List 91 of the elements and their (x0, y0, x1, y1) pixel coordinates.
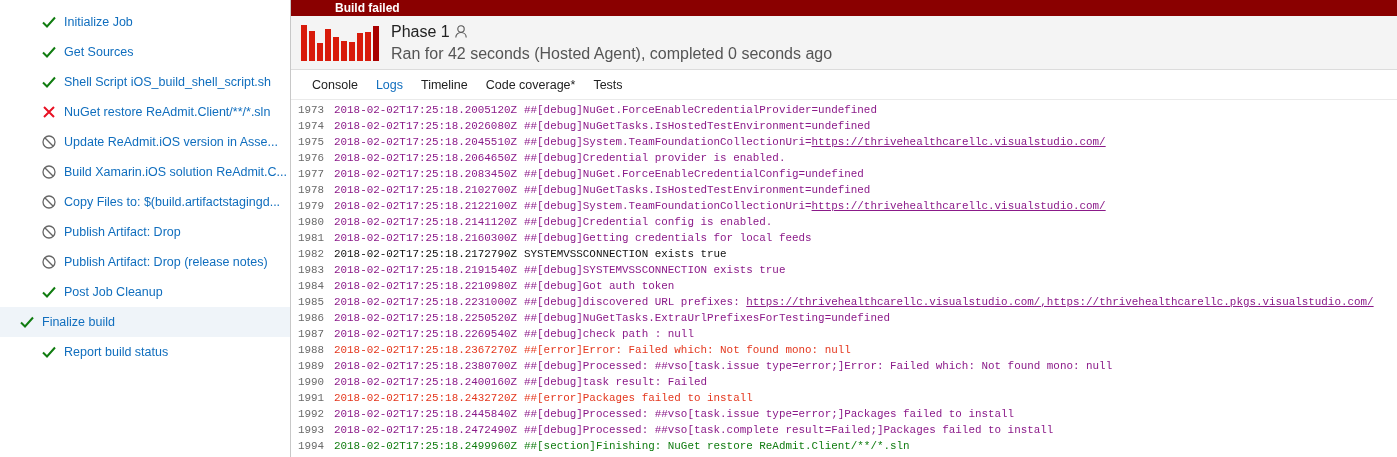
line-number: 1990 (298, 375, 326, 390)
log-message: ##[debug]Processed: ##vso[task.complete result=Failed;]Packages failed to install (524, 423, 1054, 438)
log-message: ##[debug]Processed: ##vso[task.issue type=error;]Error: Failed which: Not found mono: null (524, 359, 1113, 374)
log-message: ##[debug]Credential config is enabled. (524, 215, 773, 230)
line-number: 1984 (298, 279, 326, 294)
step-item[interactable]: Copy Files to: $(build.artifactstagingd... (0, 187, 290, 217)
phase-summary: Ran for 42 seconds (Hosted Agent), completed 0 seconds ago (391, 43, 833, 64)
log-link[interactable]: https://thrivehealthcarellc.visualstudio.com/ (811, 200, 1106, 212)
line-number: 1987 (298, 327, 326, 342)
step-item[interactable]: Report build status (0, 337, 290, 367)
step-item[interactable]: Build Xamarin.iOS solution ReAdmit.C... (0, 157, 290, 187)
log-message: ##[debug]Processed: ##vso[task.issue type=error;]Packages failed to install (524, 407, 1015, 422)
log-message: ##[debug]NuGet.ForceEnableCredentialConfig=undefined (524, 167, 864, 182)
log-message: ##[debug]task result: Failed (524, 375, 707, 390)
line-number: 1989 (298, 359, 326, 374)
log-timestamp: 2018-02-02T17:25:18.2005120Z (334, 103, 517, 118)
step-item[interactable]: Update ReAdmit.iOS version in Asse... (0, 127, 290, 157)
line-number: 1976 (298, 151, 326, 166)
step-item[interactable]: Initialize Job (0, 7, 290, 37)
banner-title: Build failed (335, 1, 400, 15)
log-timestamp: 2018-02-02T17:25:18.2172790Z (334, 247, 517, 262)
log-message: ##[debug]System.TeamFoundationCollectionUri=https://thrivehealthcarellc.visualstudio.com/ (524, 199, 1106, 214)
log-timestamp: 2018-02-02T17:25:18.2026080Z (334, 119, 517, 134)
log-timestamp: 2018-02-02T17:25:18.2210980Z (334, 279, 517, 294)
log-message: ##[debug]System.TeamFoundationCollectionUri=https://thrivehealthcarellc.visualstudio.com/ (524, 135, 1106, 150)
log-timestamp: 2018-02-02T17:25:18.2472490Z (334, 423, 517, 438)
tab[interactable]: Tests (584, 76, 632, 95)
line-number: 1992 (298, 407, 326, 422)
log-timestamp: 2018-02-02T17:25:18.2367270Z (334, 343, 517, 358)
line-number: 1981 (298, 231, 326, 246)
log-timestamp: 2018-02-02T17:25:18.2122100Z (334, 199, 517, 214)
log-timestamp: 2018-02-02T17:25:18.2083450Z (334, 167, 517, 182)
line-number: 1977 (298, 167, 326, 182)
log-message: SYSTEMVSSCONNECTION exists true (524, 247, 727, 262)
log-timestamp: 2018-02-02T17:25:18.2141120Z (334, 215, 517, 230)
line-number: 1975 (298, 135, 326, 150)
step-item[interactable]: Publish Artifact: Drop (0, 217, 290, 247)
step-item[interactable]: Post Job Cleanup (0, 277, 290, 307)
tab[interactable]: Timeline (412, 76, 477, 95)
line-number: 1979 (298, 199, 326, 214)
line-number: 1985 (298, 295, 326, 310)
log-timestamp: 2018-02-02T17:25:18.2045510Z (334, 135, 517, 150)
log-timestamp: 2018-02-02T17:25:18.2064650Z (334, 151, 517, 166)
log-timestamp: 2018-02-02T17:25:18.2499960Z (334, 439, 517, 454)
tab[interactable]: Code coverage* (476, 76, 585, 95)
log-message: ##[error]Packages failed to install (524, 391, 753, 406)
log-timestamp: 2018-02-02T17:25:18.2432720Z (334, 391, 517, 406)
line-number: 1994 (298, 439, 326, 454)
line-number: 1991 (298, 391, 326, 406)
step-item[interactable]: Shell Script iOS_build_shell_script.sh (0, 67, 290, 97)
line-number: 1973 (298, 103, 326, 118)
log-timestamp: 2018-02-02T17:25:18.2445840Z (334, 407, 517, 422)
log-message: ##[debug]Getting credentials for local feeds (524, 231, 812, 246)
step-item[interactable]: NuGet restore ReAdmit.Client/**/*.sln (0, 97, 290, 127)
log-timestamp: 2018-02-02T17:25:18.2102700Z (334, 183, 517, 198)
log-link[interactable]: https://thrivehealthcarellc.visualstudio.com/,https://thrivehealthcarellc.pkgs.visualstudio.com/ (746, 296, 1374, 308)
log-timestamp: 2018-02-02T17:25:18.2191540Z (334, 263, 517, 278)
log-link[interactable]: https://thrivehealthcarellc.visualstudio.com/ (811, 136, 1106, 148)
line-number: 1978 (298, 183, 326, 198)
log-message: ##[debug]check path : null (524, 327, 694, 342)
line-number: 1982 (298, 247, 326, 262)
step-item[interactable]: Get Sources (0, 37, 290, 67)
line-number: 1988 (298, 343, 326, 358)
log-message: ##[debug]Got auth token (524, 279, 675, 294)
log-message: ##[debug]Credential provider is enabled. (524, 151, 786, 166)
log-message: ##[debug]NuGetTasks.IsHostedTestEnvironment=undefined (524, 183, 871, 198)
log-message: ##[debug]SYSTEMVSSCONNECTION exists true (524, 263, 786, 278)
log-message: ##[debug]discovered URL prefixes: https://thrivehealthcarellc.visualstudio.com/,https://thrivehealthcarellc.pkgs.visualstudio.com/ (524, 295, 1374, 310)
step-item[interactable]: Publish Artifact: Drop (release notes) (0, 247, 290, 277)
log-timestamp: 2018-02-02T17:25:18.2250520Z (334, 311, 517, 326)
line-number: 1986 (298, 311, 326, 326)
phase-title: Phase 1 (391, 21, 450, 42)
line-number: 1974 (298, 119, 326, 134)
tab[interactable]: Console (303, 76, 367, 95)
log-message: ##[error]Error: Failed which: Not found mono: null (524, 343, 851, 358)
log-timestamp: 2018-02-02T17:25:18.2400160Z (334, 375, 517, 390)
line-number: 1980 (298, 215, 326, 230)
line-number: 1993 (298, 423, 326, 438)
log-message: ##[debug]NuGet.ForceEnableCredentialProvider=undefined (524, 103, 877, 118)
log-message: ##[debug]NuGetTasks.ExtraUrlPrefixesForTesting=undefined (524, 311, 890, 326)
log-timestamp: 2018-02-02T17:25:18.2160300Z (334, 231, 517, 246)
log-timestamp: 2018-02-02T17:25:18.2269540Z (334, 327, 517, 342)
log-timestamp: 2018-02-02T17:25:18.2231000Z (334, 295, 517, 310)
tab[interactable]: Logs (366, 76, 412, 95)
line-number: 1983 (298, 263, 326, 278)
person-icon (454, 25, 467, 38)
log-message: ##[debug]NuGetTasks.IsHostedTestEnvironment=undefined (524, 119, 871, 134)
log-timestamp: 2018-02-02T17:25:18.2380700Z (334, 359, 517, 374)
log-message: ##[section]Finishing: NuGet restore ReAdmit.Client/**/*.sln (524, 439, 910, 454)
step-item[interactable]: Finalize build (0, 307, 290, 337)
bar-chart-icon (301, 24, 381, 61)
